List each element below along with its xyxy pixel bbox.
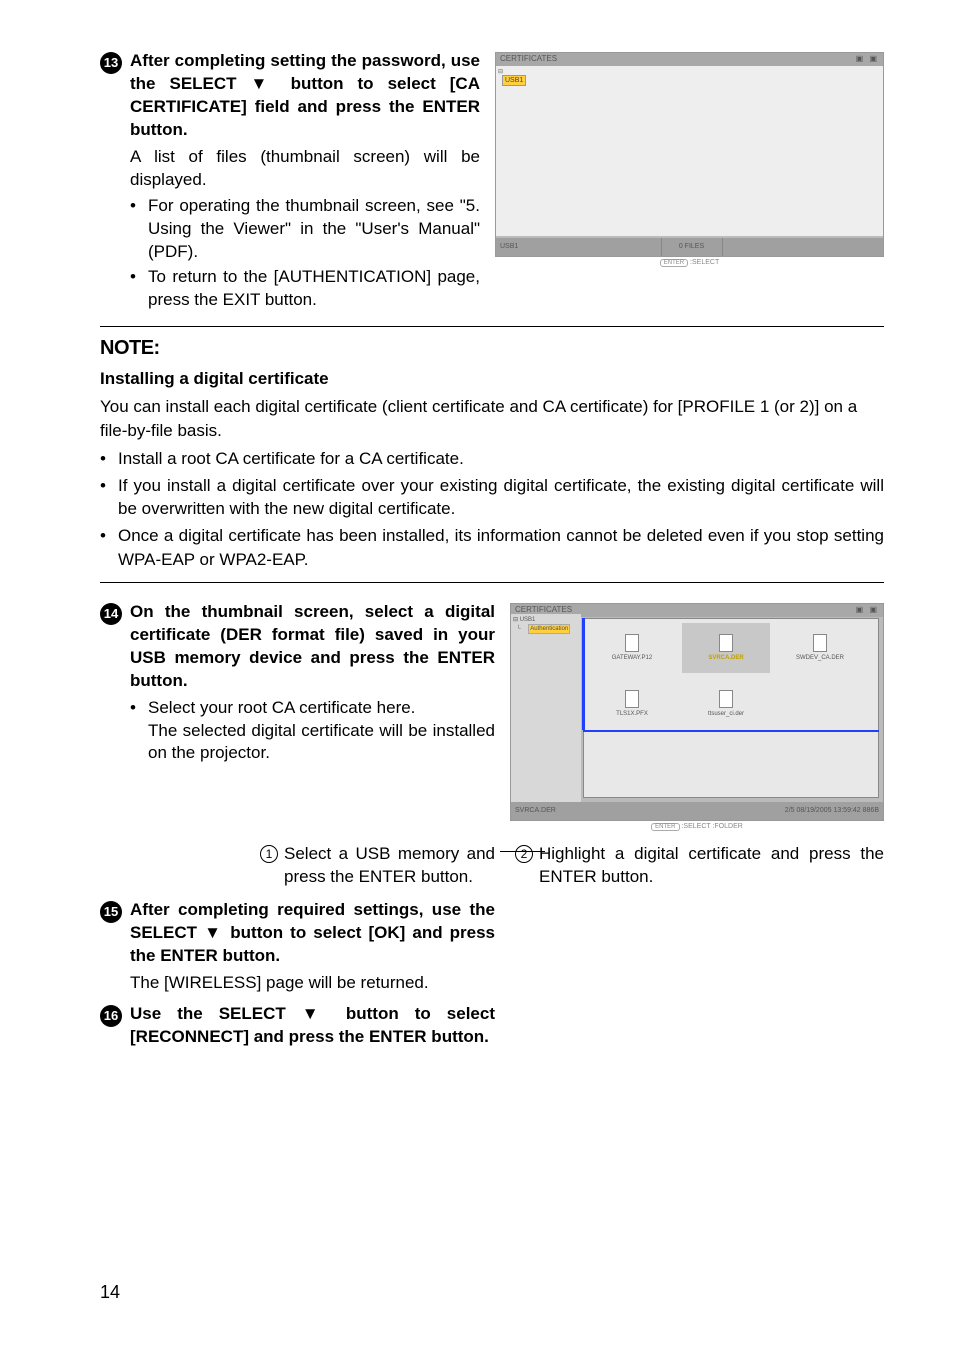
callout-1-text: Select a USB memory and press the ENTER …: [284, 843, 495, 889]
step-16-title: Use the SELECT ▼ button to select [RECON…: [130, 1003, 495, 1049]
callout-2-text: Highlight a digital certificate and pres…: [539, 843, 884, 889]
note-subtitle: Installing a digital certificate: [100, 368, 884, 391]
step-16: 16 Use the SELECT ▼ button to select [RE…: [100, 1003, 884, 1049]
step-13-bullet-2-text: To return to the [AUTHENTICATION] page, …: [148, 266, 480, 312]
thumb2-auth-chip: Authentication: [528, 624, 570, 634]
thumb1-usb-chip: USB1: [502, 75, 526, 86]
step-15-number: 15: [100, 901, 122, 923]
thumb2-footer-right: 2/5 08/19/2005 13:59:42 886B: [785, 806, 883, 815]
thumb1-header-icons: ▣ ▣: [856, 54, 879, 65]
step-14-title: On the thumbnail screen, select a digita…: [130, 601, 495, 693]
step-13-text: 13 After completing setting the password…: [100, 50, 480, 312]
thumb1-select-label: :SELECT: [690, 259, 719, 266]
step-16-number: 16: [100, 1005, 122, 1027]
note-b1: Install a root CA certificate for a CA c…: [118, 447, 464, 471]
step-14: 14 On the thumbnail screen, select a dig…: [100, 601, 884, 831]
step-13-desc: A list of files (thumbnail screen) will …: [130, 146, 480, 192]
thumbnail-screenshot-2: CERTIFICATES ▣ ▣ ⊟ USB1 └ Authentication…: [510, 601, 884, 831]
step-13-bullet-1-text: For operating the thumbnail screen, see …: [148, 195, 480, 264]
note-b2: If you install a digital certificate ove…: [118, 474, 884, 522]
step-15: 15 After completing required settings, u…: [100, 899, 884, 995]
callout-1-num: 1: [260, 845, 278, 863]
callout-2-num: 2: [515, 845, 533, 863]
step-14-bullet: Select your root CA certificate here. Th…: [148, 697, 495, 766]
step-13-bullet-2: • To return to the [AUTHENTICATION] page…: [130, 266, 480, 312]
thumb1-footer-left: USB1: [496, 242, 661, 251]
step-14-text: 14 On the thumbnail screen, select a dig…: [100, 601, 495, 831]
note-title: NOTE:: [100, 335, 884, 362]
thumb1-footer-center: 0 FILES: [662, 242, 722, 251]
step-13-number: 13: [100, 52, 122, 74]
note-b3: Once a digital certificate has been inst…: [118, 524, 884, 572]
thumb2-footer-left: SVRCA.DER: [511, 806, 785, 815]
step-15-body: The [WIRELESS] page will be returned.: [130, 972, 495, 995]
step-14-body: • Select your root CA certificate here. …: [130, 697, 495, 766]
page-number: 14: [100, 1280, 120, 1304]
callout-1: 1 Select a USB memory and press the ENTE…: [260, 843, 495, 889]
step-13: 13 After completing setting the password…: [100, 50, 884, 312]
note-intro: You can install each digital certificate…: [100, 395, 884, 443]
step-15-title: After completing required settings, use …: [130, 899, 495, 968]
callout-2: 2 Highlight a digital certificate and pr…: [515, 843, 884, 889]
bullet-icon: •: [130, 266, 140, 312]
step-13-body: A list of files (thumbnail screen) will …: [130, 146, 480, 313]
thumbnail-screenshot-1: CERTIFICATES ▣ ▣ ⊟ USB1 USB1 0 FILES ENT…: [495, 50, 884, 312]
step-14-number: 14: [100, 603, 122, 625]
step-13-title: After completing setting the password, u…: [130, 50, 480, 142]
note-block: NOTE: Installing a digital certificate Y…: [100, 326, 884, 583]
step-13-bullet-1: • For operating the thumbnail screen, se…: [130, 195, 480, 264]
thumb1-header-text: CERTIFICATES: [500, 54, 557, 65]
bullet-icon: •: [130, 195, 140, 264]
